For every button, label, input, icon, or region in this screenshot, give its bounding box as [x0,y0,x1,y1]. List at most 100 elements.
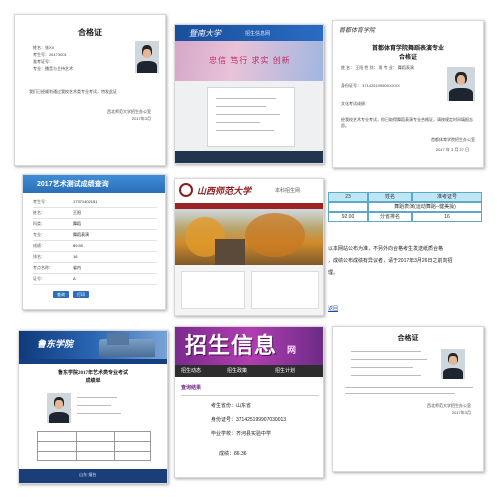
score-row-label: 排名： [33,254,45,259]
score-row: 姓名： 王阳 [33,208,157,219]
school-emblem-icon [179,183,193,197]
score-rows: 考生号： 17371402151 姓名： 王阳 科类： 舞蹈 专业： 舞蹈表演成绩： 89.50… [33,197,157,289]
nav-item-dynamics[interactable]: 招生动态 [181,367,201,375]
site-footer [175,151,323,163]
nav-item-plan[interactable]: 招生计划 [275,367,295,375]
content-area [175,265,323,315]
result-title: 查询结果 [181,385,202,391]
candidate-photo [47,393,71,423]
score-row-label: 证号： [33,276,45,281]
candidate-photo [441,349,465,379]
thumbnail-result-table[interactable]: 23 姓名 准考证号 舞蹈表演(运动舞蹈--健美操) 92.00 分省排名 16… [328,186,490,324]
table-cell [328,202,368,212]
thumbnail-certificate-cupes[interactable]: 首都体育学院 首都体育学院舞蹈表演专业 合格证 姓 名： 王阳 性 别： 男 专… [332,20,484,168]
certificate-sign: 西北师范大学招生办公室 [107,109,151,114]
certificate-line: 准考证号： [33,59,53,64]
result-province: 考生省份：山东省 [211,403,252,409]
table-header-cell: 姓名 [368,192,412,202]
sheet-subtitle: 成绩单 [85,379,101,384]
score-row-label: 考生号： [33,199,49,204]
banner: 招生信息 网 [175,327,323,365]
certificate-row: 身份证号： 37142519990XXXXX [341,83,400,88]
score-row-label: 姓名： [33,210,45,215]
candidate-photo [135,41,159,73]
query-button[interactable]: 查询 [53,291,69,298]
certificate-text: 经我校艺术专业考试，你已取得舞蹈表演专业合格证，请按规定时间填报志愿。 [341,117,473,128]
banner-text: 招生信息 [185,333,278,358]
score-row: 考点名称： 省内 [33,263,157,274]
certificate-sign: 西北师范大学招生办公室 [427,403,471,408]
thumbnail-ludong-scoresheet[interactable]: 鲁东学院 鲁东学院2017年艺术类专业考试 成绩单 山东·烟台 [18,330,168,484]
nav-bar [19,359,167,364]
sheet-title: 鲁东学院2017年艺术类专业考试 [57,371,128,376]
score-row-value: 17371402151 [73,199,98,204]
return-link[interactable]: 返回 [328,306,338,313]
result-score: 成绩：86.36 [219,451,247,457]
thumbnail-score-query[interactable]: 2017艺术测试成绩查询 考生号： 17371402151 姓名： 王阳 科类： 舞蹈 专业… [22,174,166,310]
hero-banner: 忠信 笃行 求实 创新 [175,41,323,81]
table-cell: 舞蹈表演(运动舞蹈--健美操) [368,202,482,212]
certificate-title: 合格证 [78,28,102,37]
score-row-value: 89.50 [73,243,84,248]
score-row-label: 科类： [33,221,45,226]
result-idcard: 身份证号：371425199907030013 [211,417,287,423]
nav-bar: 招生动态 招生政策 招生计划 [175,365,323,377]
notice-line: 理。 [328,270,339,276]
query-title: 2017艺术测试成绩查询 [37,181,109,188]
score-row: 科类： 舞蹈 [33,219,157,230]
query-header: 2017艺术测试成绩查询 [23,175,165,193]
content-panel [207,87,295,147]
print-button[interactable]: 打印 [73,291,89,298]
table-header-cell: 23 [328,192,368,202]
score-row-value: 舞蹈表演 [73,232,89,237]
score-row-value: A [73,276,76,281]
certificate-subtitle: 合格证 [398,55,417,61]
notice-line: 以本网站公布为准，不另外向合格考生发送纸质合格 [328,246,444,252]
school-logo-text: 山西师范大学 [197,186,252,196]
school-logo-text: 首都体育学院 [339,28,376,34]
certificate-line: 考生号：26173001 [33,52,67,57]
certificate-date: 2017 年 3 月 27 日 [435,147,469,152]
site-footer: 山东·烟台 [19,469,167,483]
footer-text: 山东·烟台 [79,472,97,477]
score-row-label: 考点名称： [33,265,53,270]
result-school: 毕业学校：齐河县实验中学 [211,431,272,437]
site-header: 山西师范大学 本科招生网 [175,179,323,203]
site-logo-text: 暨南大学 [189,29,221,38]
table-cell: 92.00 [328,212,368,222]
certificate-line: 专业：播音与主持艺术 [33,66,73,71]
notice-line: ，成绩公布成绩有异议者，请于2017年3月26日之前向招 [328,258,453,264]
score-row-value: 16 [73,254,78,259]
certificate-date: 2017年3月 [451,410,471,415]
score-row-label: 成绩： [33,243,45,248]
table-cell: 分省排名 [368,212,412,222]
thumbnail-admissions-info[interactable]: 招生信息 网 招生动态 招生政策 招生计划 查询结果 考生省份：山东省 身份证号… [174,326,324,478]
site-subtitle: 本科招生网 [275,188,301,194]
site-header: 鲁东学院 [19,331,167,359]
certificate-title: 合格证 [397,334,419,342]
certificate-sign: 首都体育学院招生办公室 [431,137,475,142]
score-row: 考生号： 17371402151 [33,197,157,208]
score-row: 证号： A [33,274,157,285]
campus-photo [175,209,323,265]
thumbnail-website-jinan[interactable]: 暨南大学 招生信息网 忠信 笃行 求实 创新 [174,24,324,164]
thumbnail-website-shanxi[interactable]: 山西师范大学 本科招生网 [174,178,324,316]
certificate-row: 姓 名： 王阳 性 别： 男 专 业： 舞蹈表演 [341,65,414,70]
score-grid [37,431,151,461]
certificate-note: 我们已经顺利通过我校艺术类专业考试，特发此证 [29,89,117,94]
candidate-photo [447,67,475,101]
certificate-date: 2017年3月 [131,116,151,121]
score-row: 成绩： 89.50 [33,241,157,252]
thumbnail-certificate-2[interactable]: 合格证 西北师范大学招生办公室 2017年3月 [332,326,484,472]
school-logo-text: 鲁东学院 [37,339,74,349]
nav-item-policy[interactable]: 招生政策 [227,367,247,375]
table-header-cell: 准考证号 [412,192,482,202]
thumbnail-certificate-1[interactable]: 合格证 姓名：张XX 考生号：26173001 准考证号： 专业：播音与主持艺术… [14,14,166,166]
score-row: 排名： 16 [33,252,157,263]
banner-net-text: 网 [287,345,297,355]
score-row: 专业： 舞蹈表演 [33,230,157,241]
certificate-title: 首都体育学院舞蹈表演专业 [371,46,444,52]
certificate-row: 文化考试成绩： [341,101,369,106]
slogan-text: 忠信 笃行 求实 创新 [209,56,291,65]
table-cell: 16 [412,212,482,222]
